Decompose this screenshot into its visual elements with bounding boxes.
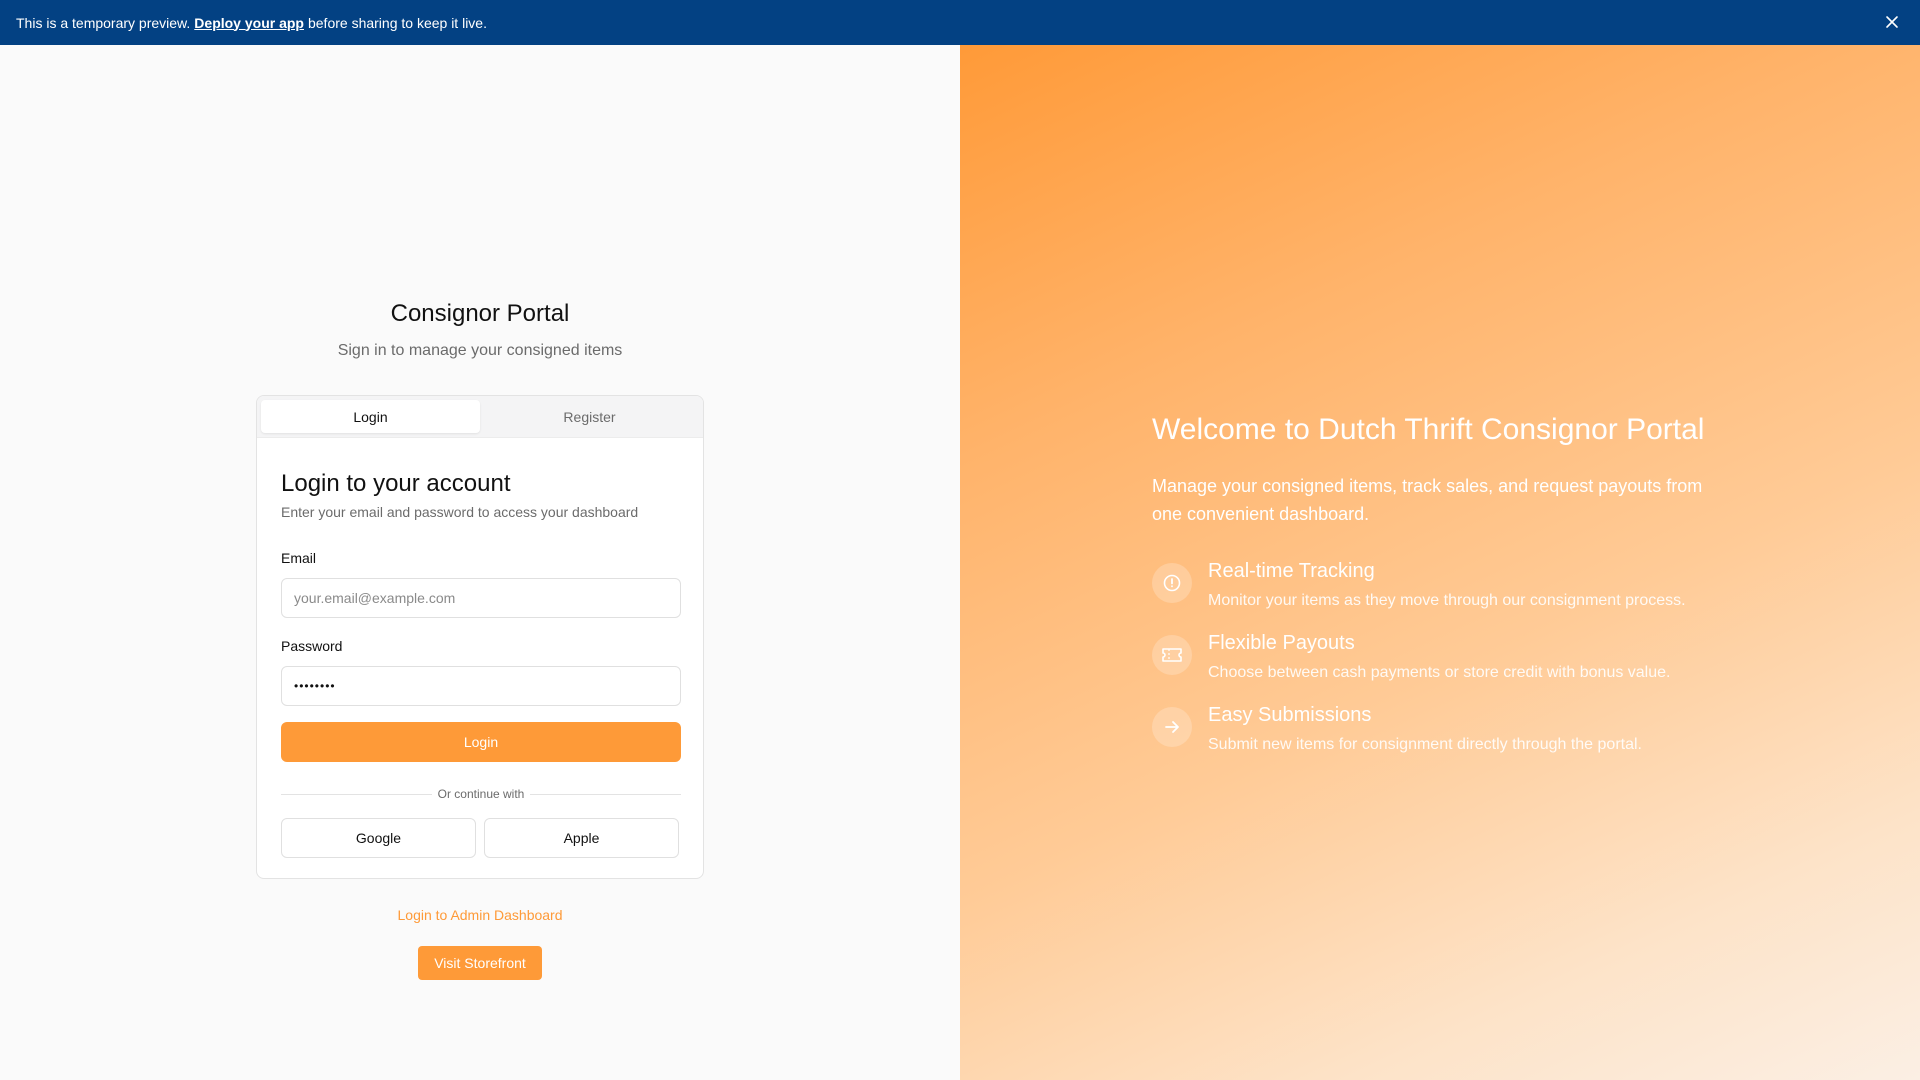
admin-dashboard-link[interactable]: Login to Admin Dashboard	[0, 907, 960, 923]
social-login: Google Apple	[281, 818, 679, 858]
arrow-right-icon	[1152, 707, 1192, 747]
divider: Or continue with	[281, 786, 681, 802]
tab-register[interactable]: Register	[480, 400, 699, 433]
deploy-app-link[interactable]: Deploy your app	[194, 15, 304, 31]
hero-title: Welcome to Dutch Thrift Consignor Portal	[1152, 413, 1705, 446]
preview-banner: This is a temporary preview. Deploy your…	[0, 0, 1920, 45]
google-login-button[interactable]: Google	[281, 818, 476, 858]
apple-login-button[interactable]: Apple	[484, 818, 679, 858]
password-field[interactable]: ••••••••	[281, 666, 681, 706]
feature-title: Real-time Tracking	[1208, 560, 1375, 582]
feature-item: Easy Submissions Submit new items for co…	[1152, 704, 1772, 764]
tab-login[interactable]: Login	[261, 400, 480, 433]
page-subtitle: Sign in to manage your consigned items	[337, 342, 623, 359]
close-banner-button[interactable]	[1882, 12, 1902, 32]
form-heading: Login to your account	[281, 470, 511, 497]
divider-text: Or continue with	[431, 787, 531, 801]
feature-description: Choose between cash payments or store cr…	[1208, 664, 1671, 681]
form-description: Enter your email and password to access …	[281, 504, 639, 520]
hero-pane: Welcome to Dutch Thrift Consignor Portal…	[960, 45, 1920, 1080]
feature-description: Monitor your items as they move through …	[1208, 592, 1686, 609]
login-card: Login Register Login to your account Ent…	[256, 395, 704, 879]
auth-tabs: Login Register	[257, 396, 703, 438]
email-field[interactable]: your.email@example.com	[281, 578, 681, 618]
feature-description: Submit new items for consignment directl…	[1208, 736, 1642, 753]
visit-storefront-button[interactable]: Visit Storefront	[418, 946, 542, 980]
ticket-icon	[1152, 635, 1192, 675]
close-icon	[1886, 16, 1898, 28]
clock-icon	[1152, 563, 1192, 603]
feature-item: Real-time Tracking Monitor your items as…	[1152, 560, 1772, 620]
banner-text-after: before sharing to keep it live.	[307, 14, 487, 31]
email-label: Email	[281, 550, 317, 566]
password-label: Password	[281, 638, 343, 654]
feature-title: Flexible Payouts	[1208, 632, 1355, 654]
page-title-display: Consignor Portal	[390, 300, 570, 327]
hero-subtitle: Manage your consigned items, track sales…	[1152, 476, 1703, 524]
banner-text-before: This is a temporary preview.	[16, 14, 191, 31]
feature-item: Flexible Payouts Choose between cash pay…	[1152, 632, 1772, 692]
feature-title: Easy Submissions	[1208, 704, 1372, 726]
login-button[interactable]: Login	[281, 722, 681, 762]
